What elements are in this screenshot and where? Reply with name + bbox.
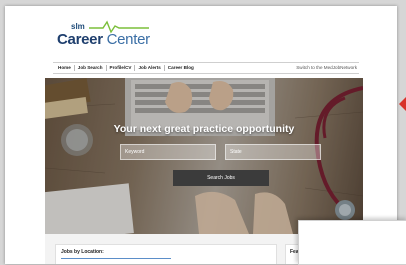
jobs-by-location-panel: Jobs by Location:: [55, 244, 277, 264]
nav-profile-cv[interactable]: Profile/CV: [107, 65, 136, 71]
logo-title: Career Center: [57, 31, 150, 48]
logo-title-light: Center: [106, 31, 151, 48]
hero-title: Your next great practice opportunity: [113, 123, 295, 135]
nav-job-search[interactable]: Job Search: [75, 65, 107, 71]
logo-org-text: slm: [71, 22, 85, 31]
main-nav: Home Job Search Profile/CV Job Alerts Ca…: [53, 62, 359, 74]
keyword-input[interactable]: [120, 144, 216, 160]
search-jobs-button[interactable]: Search Jobs: [173, 170, 269, 186]
overlapping-card: [298, 220, 406, 265]
site-header: slm Career Center: [45, 6, 363, 62]
career-center-logo[interactable]: slm Career Center: [57, 20, 177, 54]
state-input[interactable]: [225, 144, 321, 160]
jobs-by-location-heading: Jobs by Location:: [61, 249, 104, 255]
nav-home[interactable]: Home: [55, 65, 75, 71]
heading-underline: [61, 258, 171, 259]
nav-career-blog[interactable]: Career Blog: [165, 65, 197, 71]
hero-banner: Your next great practice opportunity Sea…: [45, 78, 363, 234]
switch-network-link[interactable]: Switch to the MedJobNetwork: [296, 65, 357, 71]
arrow-left-icon: [399, 97, 406, 111]
logo-title-bold: Career: [57, 31, 103, 48]
nav-job-alerts[interactable]: Job Alerts: [135, 65, 165, 71]
